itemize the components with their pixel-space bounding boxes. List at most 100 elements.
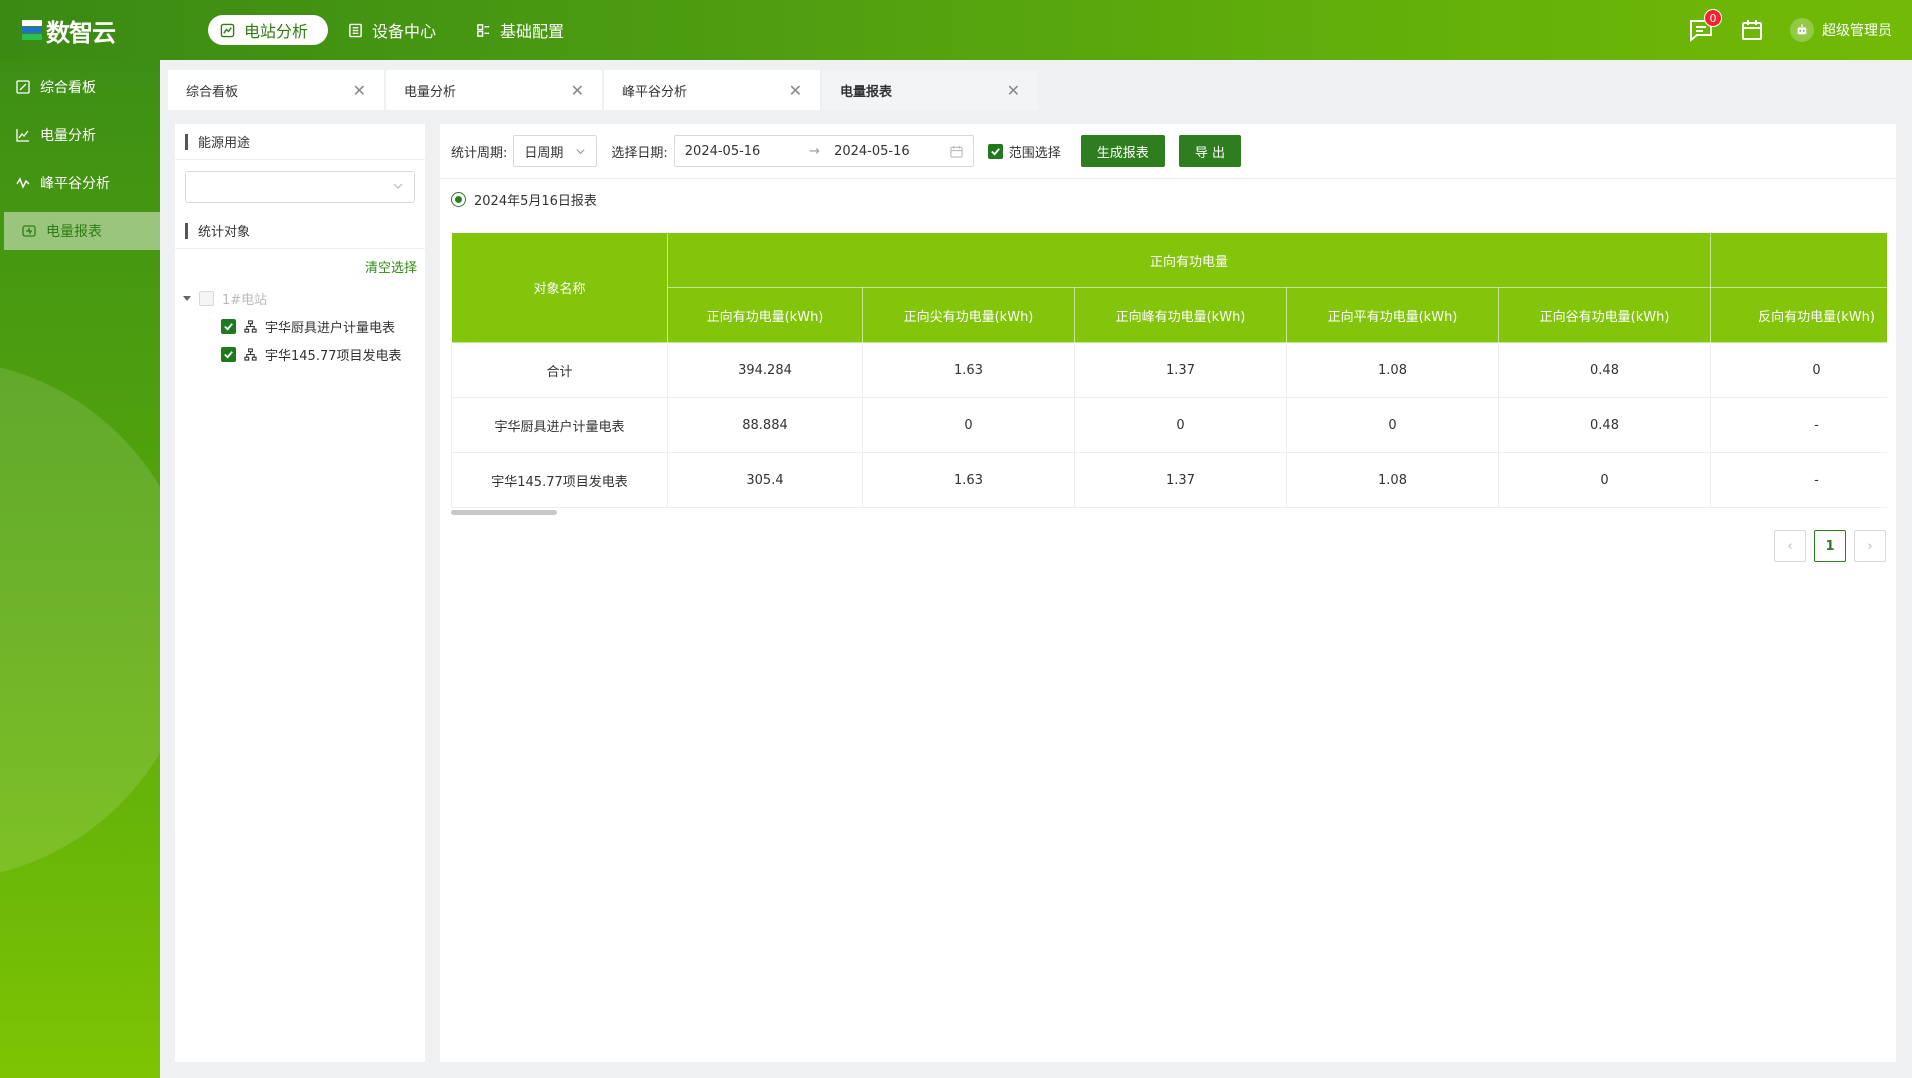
cell-object-name: 宇华厨具进户计量电表 [451, 397, 668, 453]
tree-checkbox[interactable] [221, 318, 236, 334]
tab-power-analysis[interactable]: 电量分析 ✕ [386, 70, 602, 110]
period-select[interactable]: 日周期 [513, 135, 598, 167]
tree-node-label: 宇华145.77项目发电表 [265, 348, 402, 364]
report-icon [22, 225, 36, 237]
prev-page-button[interactable]: ‹ [1774, 530, 1806, 562]
table-cell: 0 [1498, 452, 1712, 508]
tree-node-root[interactable]: 1#电站 [183, 284, 425, 312]
close-icon[interactable]: ✕ [789, 81, 802, 100]
col-header: 正向尖有功电量(kWh) [862, 287, 1075, 343]
date-start[interactable]: 2024-05-16 [685, 144, 795, 159]
tree-node-meter-2[interactable]: 宇华145.77项目发电表 [183, 340, 425, 368]
object-tree: 1#电站 宇华厨具进户计量电表 宇华145.77项目发电表 [175, 276, 425, 368]
report-title: 2024年5月16日报表 [440, 179, 1896, 219]
report-table: 对象名称 正向有功电量 正向有功电量(kWh) 正向尖有功电量(kWh) 正向峰… [451, 232, 1887, 508]
col-header: 反向有功电量(kWh) [1710, 287, 1887, 343]
tab-label: 综合看板 [186, 84, 239, 100]
check-icon [990, 147, 1000, 156]
generate-report-button[interactable]: 生成报表 [1080, 135, 1165, 167]
user-menu[interactable]: 超级管理员 [1790, 18, 1892, 42]
topnav-label: 设备中心 [372, 22, 437, 41]
scrollbar-thumb[interactable] [451, 510, 557, 515]
range-select-checkbox[interactable] [987, 143, 1003, 159]
clear-selection-link[interactable]: 清空选择 [175, 249, 425, 276]
table-cell: 1.08 [1286, 452, 1499, 508]
logo-icon [22, 19, 42, 41]
next-page-button[interactable]: › [1854, 530, 1886, 562]
wave-icon [16, 177, 30, 189]
hierarchy-icon [244, 319, 257, 333]
tab-label: 电量报表 [840, 84, 893, 100]
table-cell: 0 [1074, 397, 1287, 453]
topnav-item-basic-config[interactable]: 基础配置 [464, 15, 584, 45]
header-actions: 0 超级管理员 [1688, 0, 1892, 60]
tab-power-report[interactable]: 电量报表 ✕ [822, 70, 1038, 110]
table-cell: 0.48 [1498, 342, 1712, 398]
sidebar-item-dashboard[interactable]: 综合看板 [0, 68, 160, 106]
close-icon[interactable]: ✕ [353, 81, 366, 100]
report-table-container[interactable]: 对象名称 正向有功电量 正向有功电量(kWh) 正向尖有功电量(kWh) 正向峰… [451, 232, 1887, 522]
range-select-label[interactable]: 范围选择 [1009, 142, 1061, 161]
page-button-current[interactable]: 1 [1814, 530, 1846, 562]
robot-icon [1797, 24, 1807, 35]
caret-down-icon[interactable] [183, 295, 191, 301]
date-range-arrow: → [808, 143, 820, 159]
col-header: 正向有功电量(kWh) [667, 287, 863, 343]
tree-node-meter-1[interactable]: 宇华厨具进户计量电表 [183, 312, 425, 340]
line-chart-icon [16, 129, 29, 142]
list-icon [349, 23, 362, 37]
sidebar-item-power-report[interactable]: 电量报表 [4, 212, 160, 250]
table-cell: 0 [1710, 342, 1887, 398]
filter-panel: 能源用途 统计对象 清空选择 1#电站 宇华厨具进户计量电表 宇华145.77项… [175, 124, 425, 1062]
tree-checkbox[interactable] [221, 346, 236, 362]
tab-peak-valley[interactable]: 峰平谷分析 ✕ [604, 70, 820, 110]
tab-dashboard[interactable]: 综合看板 ✕ [168, 70, 384, 110]
date-label: 选择日期: [611, 145, 668, 161]
top-nav: 电站分析 设备中心 基础配置 [208, 15, 584, 45]
export-button[interactable]: 导 出 [1178, 135, 1241, 167]
topnav-item-station-analysis[interactable]: 电站分析 [208, 15, 329, 45]
close-icon[interactable]: ✕ [571, 81, 584, 100]
chevron-down-icon [393, 183, 403, 189]
col-header: 正向平有功电量(kWh) [1286, 287, 1499, 343]
energy-usage-select[interactable] [185, 171, 415, 203]
sidebar-item-power-analysis[interactable]: 电量分析 [0, 116, 160, 154]
top-bar: 数智云 电站分析 设备中心 基础配置 0 超级管理员 [0, 0, 1912, 60]
tab-label: 峰平谷分析 [622, 84, 688, 100]
config-icon [477, 23, 490, 37]
edit-icon [16, 80, 30, 94]
table-row: 合计 394.284 1.63 1.37 1.08 0.48 0 [451, 342, 1887, 398]
tree-checkbox [199, 290, 214, 306]
table-cell: 1.63 [862, 452, 1075, 508]
period-label: 统计周期: [451, 145, 508, 161]
message-count-badge: 0 [1704, 9, 1722, 27]
period-value: 日周期 [524, 145, 564, 161]
check-icon [224, 322, 233, 331]
date-range-picker[interactable]: 2024-05-16 → 2024-05-16 [673, 135, 974, 167]
col-header: 正向峰有功电量(kWh) [1074, 287, 1287, 343]
topnav-item-device-center[interactable]: 设备中心 [336, 15, 456, 45]
app-logo[interactable]: 数智云 [22, 14, 116, 47]
col-header: 正向谷有功电量(kWh) [1497, 287, 1712, 343]
group-header-blank [1710, 232, 1887, 288]
chart-icon [220, 23, 235, 37]
tab-label: 电量分析 [404, 84, 457, 100]
calendar-icon[interactable] [1740, 18, 1764, 42]
close-icon[interactable]: ✕ [1007, 81, 1020, 100]
table-cell: 0.48 [1498, 397, 1712, 453]
table-cell: 1.63 [862, 342, 1075, 398]
message-button[interactable]: 0 [1688, 9, 1722, 43]
report-radio[interactable] [451, 191, 466, 207]
sidebar-item-label: 电量分析 [40, 128, 96, 144]
tree-node-label: 宇华厨具进户计量电表 [265, 320, 396, 336]
table-cell: 394.284 [667, 342, 863, 398]
sidebar-item-peak-valley[interactable]: 峰平谷分析 [0, 164, 160, 202]
date-end[interactable]: 2024-05-16 [834, 144, 944, 159]
cell-object-name: 宇华145.77项目发电表 [451, 452, 668, 508]
horizontal-scrollbar[interactable] [451, 510, 1887, 516]
sidebar-item-label: 峰平谷分析 [40, 176, 110, 192]
table-cell: 1.08 [1286, 342, 1499, 398]
chevron-down-icon [576, 148, 585, 154]
cell-object-name: 合计 [451, 342, 668, 398]
calendar-icon [950, 145, 963, 158]
